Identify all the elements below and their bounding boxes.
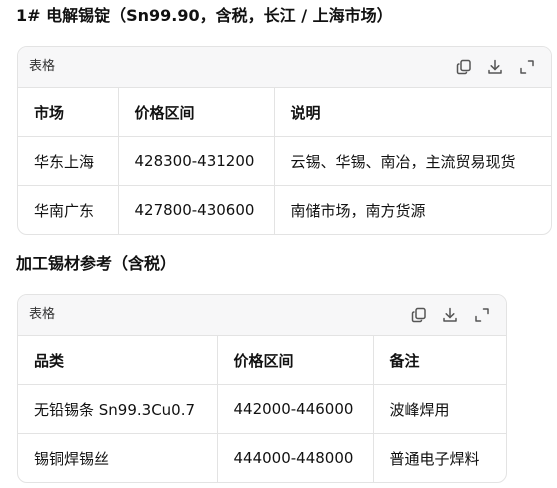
table-cell: 普通电子焊料 [389,449,480,468]
table-cell: 波峰焊用 [373,384,506,434]
table-label: 表格 [29,307,56,322]
section-title-processed: 加工锡材参考（含税） [16,254,177,273]
table-cell: 无铅锡条 Sn99.3Cu0.7 [18,384,218,434]
table-header-row: 品类 价格区间 备注 [18,336,506,385]
copy-icon[interactable] [455,58,473,76]
table-cell: 锡铜焊锡丝 [18,433,218,482]
table-cell: 442000-446000 [217,384,374,434]
expand-icon[interactable] [518,58,536,76]
table-card-processed: 表格 品类 价格区间 备注 无铅锡条 Sn99.3Cu0.7 442000-44… [17,294,507,483]
table-label: 表格 [29,59,56,74]
column-header: 市场 [18,88,119,137]
section-title-ingot: 1# 电解锡锭（Sn99.90，含税，长江 / 上海市场） [16,6,393,25]
column-header: 价格区间 [217,336,374,385]
table-card-header: 表格 [18,295,506,336]
table-card-ingot: 表格 市场 价格区间 说明 华东上海 428300-431200 云锡、华锡、南… [17,46,552,235]
table-cell: 华东上海 [18,136,119,186]
table-cell: 南储市场，南方货源 [290,201,426,220]
copy-icon[interactable] [410,306,428,324]
table-row: 华东上海 428300-431200 云锡、华锡、南冶，主流贸易现货 [18,136,551,186]
table-row: 无铅锡条 Sn99.3Cu0.7 442000-446000 波峰焊用 [18,384,506,434]
column-header: 价格区间 [118,88,275,137]
expand-icon[interactable] [473,306,491,324]
table-cell: 华南广东 [18,185,119,234]
column-header: 品类 [18,336,218,385]
column-header: 备注 [373,336,506,385]
table-card-header: 表格 [18,47,551,88]
table-cell: 427800-430600 [118,185,275,234]
table-cell: 428300-431200 [118,136,275,186]
table-cell: 444000-448000 [217,433,374,482]
price-table-ingot: 市场 价格区间 说明 华东上海 428300-431200 云锡、华锡、南冶，主… [18,88,551,234]
table-row: 锡铜焊锡丝 444000-448000 普通电子焊料 [18,433,506,482]
table-cell: 云锡、华锡、南冶，主流贸易现货 [274,136,551,186]
download-icon[interactable] [486,58,504,76]
price-table-processed: 品类 价格区间 备注 无铅锡条 Sn99.3Cu0.7 442000-44600… [18,336,506,482]
table-header-row: 市场 价格区间 说明 [18,88,551,137]
column-header: 说明 [274,88,551,137]
table-row: 华南广东 427800-430600 南储市场，南方货源 [18,185,551,234]
download-icon[interactable] [441,306,459,324]
